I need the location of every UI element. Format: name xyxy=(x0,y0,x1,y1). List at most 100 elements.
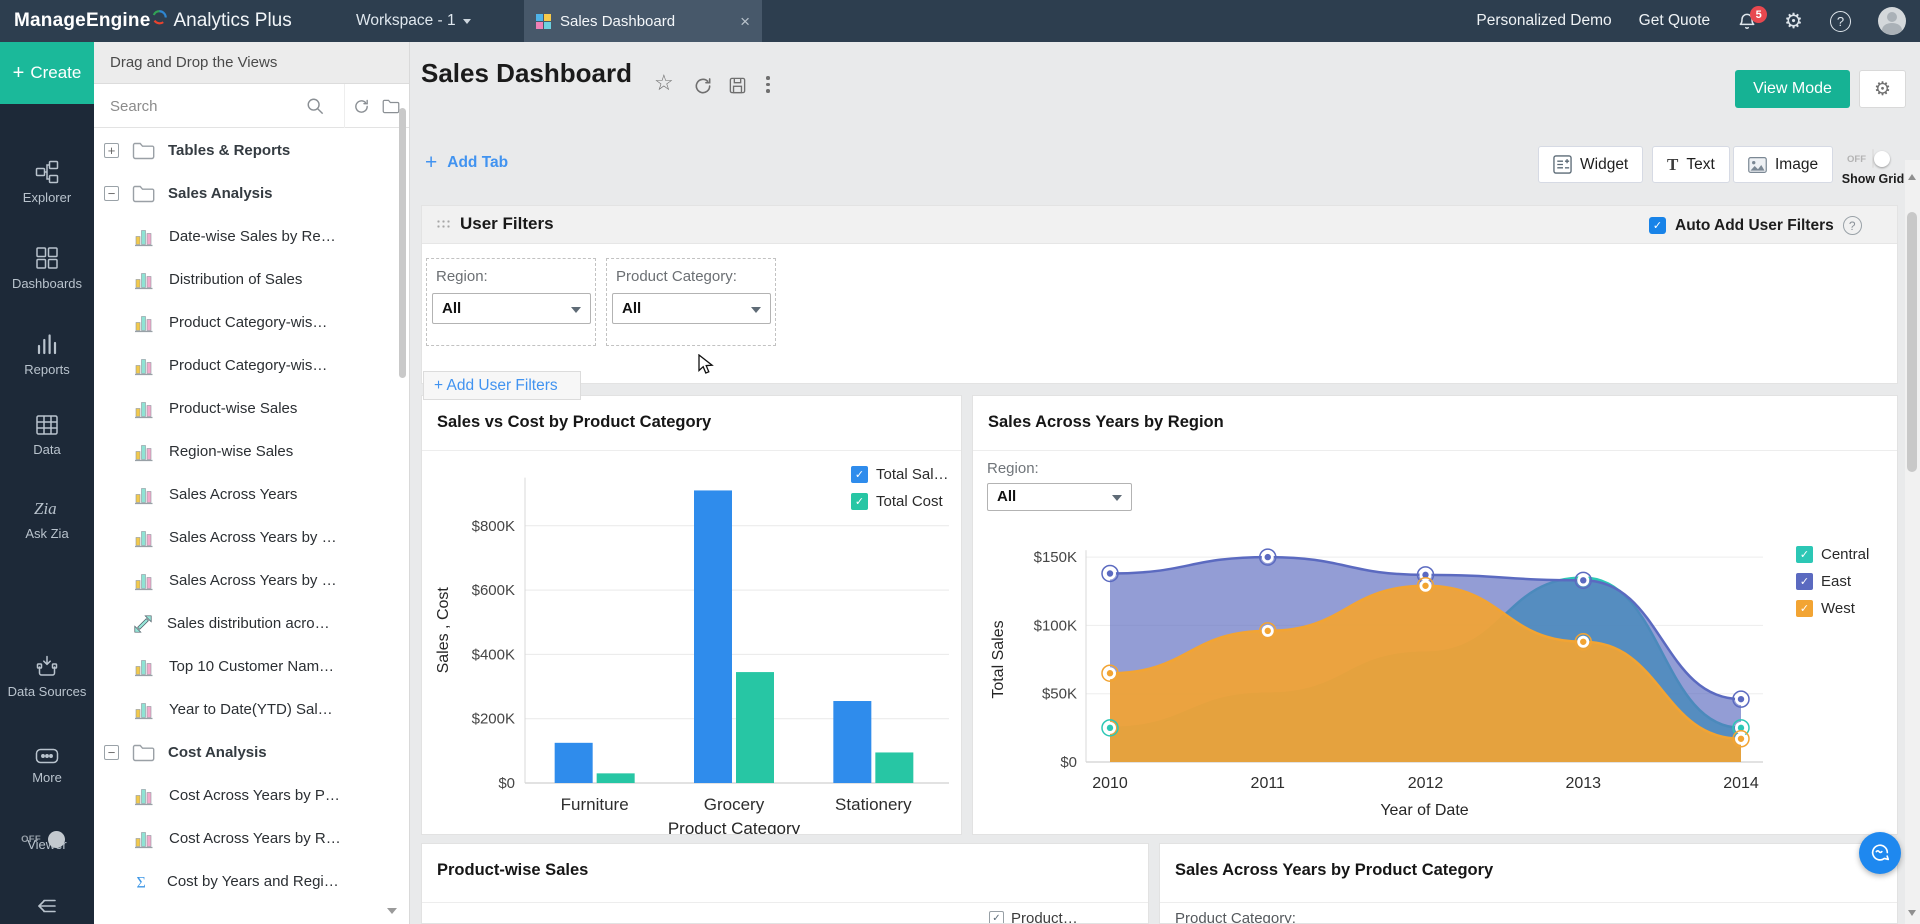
sidebar-item-dashboards[interactable]: Dashboards xyxy=(0,246,94,292)
legend-checkbox-icon[interactable]: ✓ xyxy=(1796,600,1813,617)
sidebar-item-label: Ask Zia xyxy=(0,526,94,542)
add-tab-button[interactable]: + Add Tab xyxy=(425,152,508,173)
main-scrollbar[interactable] xyxy=(1905,160,1920,924)
sidebar-item-data[interactable]: Data xyxy=(0,414,94,458)
legend-label: Central xyxy=(1821,546,1869,563)
text-button[interactable]: T Text xyxy=(1652,146,1730,183)
workspace-dropdown[interactable]: Workspace - 1 xyxy=(356,0,471,42)
tree-item[interactable]: Product Category-wis… xyxy=(94,344,394,387)
help-icon[interactable]: ? xyxy=(1843,216,1862,235)
legend-checkbox-icon[interactable]: ✓ xyxy=(1796,546,1813,563)
tree-folder[interactable]: −Cost Analysis xyxy=(94,731,394,774)
show-grid-block: OFF Show Grid xyxy=(1838,150,1908,186)
tree-item-label: Year to Date(YTD) Sal… xyxy=(169,701,333,718)
refresh-icon[interactable] xyxy=(693,76,713,96)
legend-item-central[interactable]: ✓ Central xyxy=(1796,546,1869,563)
avatar[interactable] xyxy=(1878,7,1906,35)
sidebar-item-ask-zia[interactable]: ZiaAsk Zia xyxy=(0,496,94,542)
tree-item[interactable]: Product-wise Sales xyxy=(94,387,394,430)
sidebar-item-more[interactable]: More xyxy=(0,748,94,786)
svg-text:$600K: $600K xyxy=(472,582,515,599)
scroll-down-icon[interactable] xyxy=(1908,910,1916,916)
tree-item[interactable]: Sales Across Years xyxy=(94,473,394,516)
views-tree: +Tables & Reports−Sales AnalysisDate-wis… xyxy=(94,129,394,924)
tree-item[interactable]: Year to Date(YTD) Sal… xyxy=(94,688,394,731)
region-select[interactable]: All xyxy=(987,483,1132,511)
add-user-filters-button[interactable]: + Add User Filters xyxy=(423,371,581,400)
get-quote-link[interactable]: Get Quote xyxy=(1639,12,1711,30)
viewer-label: Viewer xyxy=(0,837,94,852)
legend-item-west[interactable]: ✓West xyxy=(1796,600,1869,617)
scroll-up-icon[interactable] xyxy=(1908,174,1916,180)
personalized-demo-link[interactable]: Personalized Demo xyxy=(1476,12,1611,30)
folder-view-icon[interactable] xyxy=(382,99,400,114)
tree-scroll-down-icon[interactable] xyxy=(387,908,397,914)
auto-add-user-filters[interactable]: ✓ Auto Add User Filters ? xyxy=(1649,216,1862,235)
view-mode-button[interactable]: View Mode xyxy=(1735,70,1850,108)
svg-text:Grocery: Grocery xyxy=(704,795,765,814)
tree-scrollbar[interactable] xyxy=(399,108,406,378)
tree-item[interactable]: Top 10 Customer Nam… xyxy=(94,645,394,688)
product-category-filter-select[interactable]: All xyxy=(612,293,771,324)
tree-item[interactable]: Cost Across Years by R… xyxy=(94,817,394,860)
kebab-menu-icon[interactable] xyxy=(766,76,770,93)
tree-item-label: Cost by Years and Regi… xyxy=(167,873,339,890)
widget-button[interactable]: Widget xyxy=(1538,146,1643,183)
drag-grip-icon[interactable] xyxy=(436,219,451,230)
show-grid-toggle[interactable]: OFF xyxy=(1872,149,1874,168)
image-button[interactable]: Image xyxy=(1733,146,1833,183)
scrollbar-thumb[interactable] xyxy=(1907,212,1917,472)
brand-name: ManageEngine xyxy=(14,10,150,32)
manageengine-swirl-icon xyxy=(152,18,167,25)
expand-icon[interactable]: + xyxy=(104,143,119,158)
region-filter-box: Region: All xyxy=(426,258,596,346)
dashboard-settings-gear-icon[interactable]: ⚙ xyxy=(1859,70,1906,108)
sidebar-item-reports[interactable]: Reports xyxy=(0,332,94,378)
settings-gear-icon[interactable]: ⚙ xyxy=(1784,9,1803,34)
close-icon[interactable]: × xyxy=(740,13,750,30)
legend-checkbox-icon[interactable]: ✓ xyxy=(851,466,868,483)
collapse-sidebar-icon[interactable] xyxy=(0,896,94,916)
legend-item-total-cost[interactable]: ✓Total Cost xyxy=(851,493,949,510)
legend-checkbox-icon[interactable]: ✓ xyxy=(851,493,868,510)
collapse-icon[interactable]: − xyxy=(104,745,119,760)
legend-item-east[interactable]: ✓East xyxy=(1796,573,1869,590)
sidebar-item-label: Explorer xyxy=(0,190,94,206)
tree-item[interactable]: Sales Across Years by … xyxy=(94,559,394,602)
help-icon[interactable]: ? xyxy=(1830,11,1851,32)
tree-item[interactable]: Sales distribution acro… xyxy=(94,602,394,645)
tree-item-label: Cost Across Years by P… xyxy=(169,787,340,804)
tab-sales-dashboard[interactable]: Sales Dashboard × xyxy=(524,0,762,42)
favorite-star-icon[interactable]: ☆ xyxy=(654,70,674,96)
tree-item[interactable]: Sales Across Years by … xyxy=(94,516,394,559)
tree-item[interactable]: Region-wise Sales xyxy=(94,430,394,473)
tree-folder[interactable]: +Tables & Reports xyxy=(94,129,394,172)
notifications-bell-icon[interactable]: 5 xyxy=(1737,10,1757,32)
sidebar-item-label: More xyxy=(0,770,94,786)
chat-support-button[interactable] xyxy=(1859,832,1901,874)
chevron-down-icon xyxy=(1112,495,1122,501)
tree-item[interactable]: Cost Across Years by P… xyxy=(94,774,394,817)
svg-text:Total Sales: Total Sales xyxy=(990,620,1007,698)
collapse-icon[interactable]: − xyxy=(104,186,119,201)
search-input[interactable] xyxy=(110,94,300,118)
tree-item[interactable]: Date-wise Sales by Re… xyxy=(94,215,394,258)
refresh-views-icon[interactable] xyxy=(353,98,370,115)
sidebar-item-explorer[interactable]: Explorer xyxy=(0,160,94,206)
create-button[interactable]: + Create xyxy=(0,42,94,104)
legend-checkbox-icon[interactable]: ✓ xyxy=(1796,573,1813,590)
checkbox-checked-icon[interactable]: ✓ xyxy=(1649,217,1666,234)
checkbox-checked-icon[interactable]: ✓ xyxy=(989,911,1004,924)
region-filter-select[interactable]: All xyxy=(432,293,591,324)
tree-item[interactable]: Product Category-wis… xyxy=(94,301,394,344)
legend-item[interactable]: ✓ Product… xyxy=(989,910,1078,924)
dashboard-main-area: Sales Dashboard ☆ View Mode ⚙ + Add Tab … xyxy=(410,42,1920,924)
product-name: Analytics Plus xyxy=(173,10,291,32)
sidebar-item-data-sources[interactable]: Data Sources xyxy=(0,654,94,700)
save-icon[interactable] xyxy=(728,76,747,95)
tree-item[interactable]: ΣCost by Years and Regi… xyxy=(94,860,394,903)
tree-folder[interactable]: −Sales Analysis xyxy=(94,172,394,215)
tree-item[interactable]: Distribution of Sales xyxy=(94,258,394,301)
legend-item-total-sales[interactable]: ✓Total Sal… xyxy=(851,466,949,483)
viewer-toggle-block: OFF Viewer xyxy=(0,830,94,852)
